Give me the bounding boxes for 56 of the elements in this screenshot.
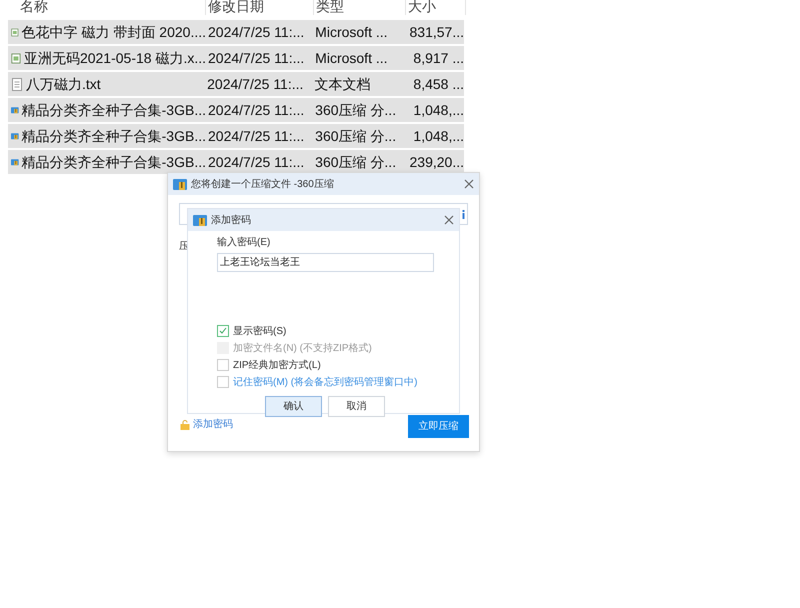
modified-date: 2024/7/25 11:... — [207, 48, 306, 68]
file-row[interactable]: 精品分类齐全种子合集-3GB...2024/7/25 11:... 360压缩 分... 1,048,... — [8, 124, 464, 148]
option-label: ZIP经典加密方式(L) — [233, 358, 321, 372]
file-type: 360压缩 分... — [314, 126, 398, 146]
file-type: Microsoft ... — [314, 48, 389, 68]
add-password-link[interactable]: 添加密码 — [180, 417, 233, 432]
modified-date: 2024/7/25 11:... — [207, 152, 306, 172]
option-label: 记住密码(M) (将会备忘到密码管理窗口中) — [233, 376, 418, 390]
checkbox[interactable] — [217, 325, 229, 337]
file-type: 360压缩 分... — [314, 100, 398, 120]
dialog-button[interactable]: 确认 — [265, 396, 322, 417]
info-icon — [462, 210, 465, 218]
file-name: 亚洲无码2021-05-18 磁力.x... — [24, 48, 206, 68]
check-icon — [219, 327, 227, 335]
window-title: 您将创建一个压缩文件 -360压缩 — [191, 178, 334, 192]
file-name: 八万磁力.txt — [26, 74, 101, 94]
file-name: 精品分类齐全种子合集-3GB... — [22, 126, 206, 146]
archive-icon — [173, 178, 187, 190]
spreadsheet-icon — [11, 52, 21, 64]
file-name: 色花中字 磁力 带封面 2020.... — [22, 22, 206, 42]
file-size: 831,57... — [408, 22, 464, 42]
modified-date: 2024/7/25 11:... — [207, 100, 306, 120]
password-field[interactable]: 上老王论坛当老王 — [217, 252, 434, 272]
file-size: 239,20... — [408, 152, 464, 172]
file-row[interactable]: 八万磁力.txt 2024/7/25 11:... 文本文档 8,458 ... — [8, 72, 464, 96]
compress-button[interactable]: 立即压缩 — [408, 415, 469, 438]
file-name: 精品分类齐全种子合集-3GB... — [22, 100, 206, 120]
file-row[interactable]: 精品分类齐全种子合集-3GB...2024/7/25 11:... 360压缩 分... 1,048,... — [8, 98, 464, 122]
close-icon[interactable] — [464, 179, 474, 189]
text-file-icon — [11, 78, 23, 90]
modified-date: 2024/7/25 11:... — [207, 126, 306, 146]
file-row[interactable]: 色花中字 磁力 带封面 2020....2024/7/25 11:... Microsoft ... 831,57... — [8, 20, 464, 44]
option-label: 加密文件名(N) (不支持ZIP格式) — [233, 342, 372, 356]
column-header[interactable]: 名称 — [8, 0, 206, 15]
modified-date: 2024/7/25 11:... — [207, 22, 306, 42]
lock-icon — [180, 420, 190, 430]
file-row[interactable]: 精品分类齐全种子合集-3GB...2024/7/25 11:... 360压缩 分... 239,20... — [8, 150, 464, 174]
option-label: 显示密码(S) — [233, 324, 286, 338]
spreadsheet-icon — [11, 26, 19, 38]
file-name: 精品分类齐全种子合集-3GB... — [22, 152, 206, 172]
dialog-button[interactable]: 取消 — [328, 396, 385, 417]
file-type: 文本文档 — [314, 74, 372, 94]
file-type: Microsoft ... — [314, 22, 389, 42]
file-size: 8,458 ... — [412, 74, 464, 94]
file-size: 1,048,... — [412, 100, 464, 120]
checkbox[interactable] — [217, 359, 229, 371]
modified-date: 2024/7/25 11:... — [206, 74, 304, 94]
file-size: 1,048,... — [412, 126, 464, 146]
file-size: 8,917 ... — [412, 48, 464, 68]
checkbox[interactable] — [217, 376, 229, 388]
dialog-title: 添加密码 — [211, 214, 251, 228]
archive-icon — [193, 214, 207, 226]
file-row[interactable]: 亚洲无码2021-05-18 磁力.x...2024/7/25 11:... Microsoft ... 8,917 ... — [8, 46, 464, 70]
file-type: 360压缩 分... — [314, 152, 398, 172]
password-label: 输入密码(E) — [217, 236, 272, 249]
close-icon[interactable] — [444, 215, 454, 225]
